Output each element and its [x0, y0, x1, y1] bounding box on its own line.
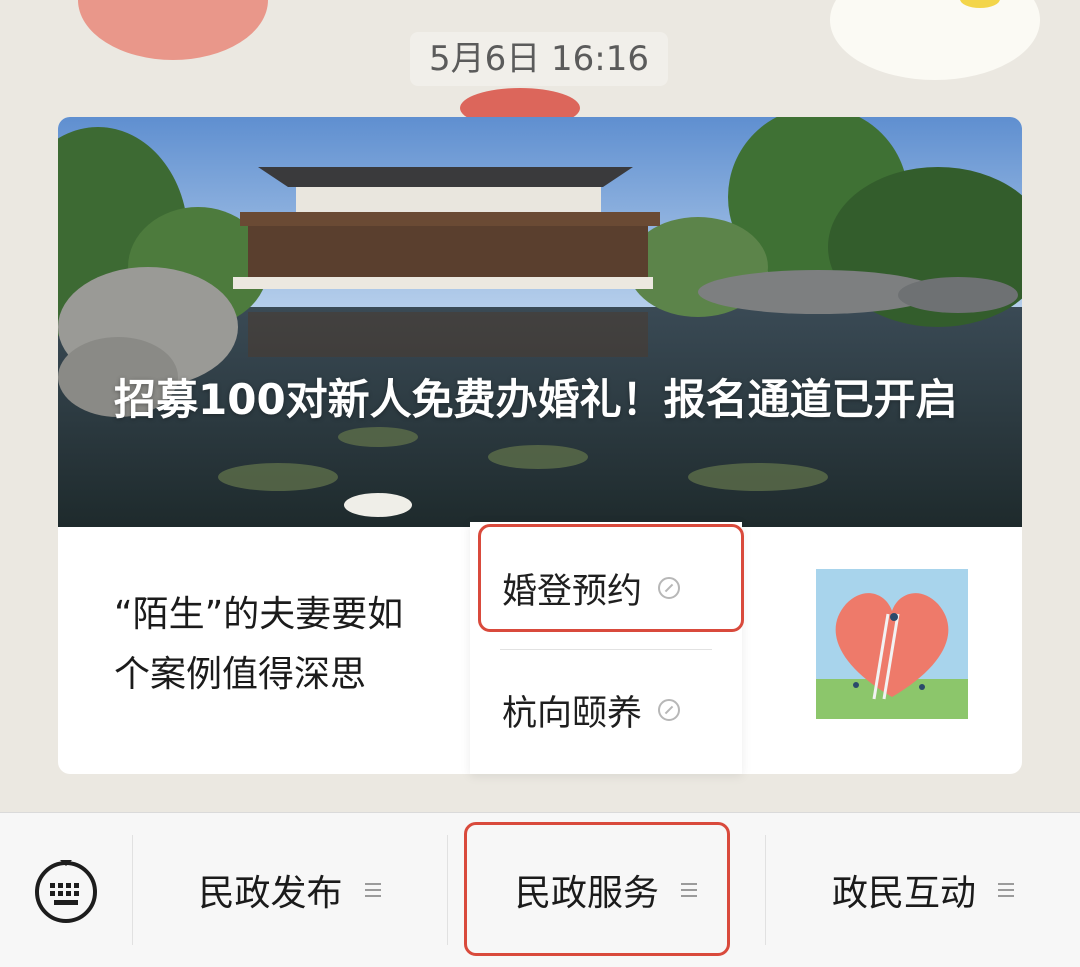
- headline-title: 招募100对新人免费办婚礼！报名通道已开启: [114, 375, 958, 424]
- wallpaper-decoration: [78, 0, 268, 60]
- submenu-highlight-box: [478, 524, 744, 632]
- menu-item-label: 民政发布: [198, 873, 343, 914]
- hero-image: [58, 117, 1022, 527]
- heart-illustration: [816, 569, 968, 719]
- mini-program-link-icon: [658, 699, 681, 721]
- menu-item-label: 政民互动: [831, 873, 976, 914]
- submenu-item-label: 杭向颐养: [502, 693, 643, 734]
- menu-item-civil-affairs-release[interactable]: 民政发布: [133, 813, 446, 967]
- sub-article-text-line2: 个案例值得深思: [114, 654, 367, 695]
- sub-article-thumbnail[interactable]: [816, 569, 968, 719]
- submenu-item-elderly-care[interactable]: 杭向颐养: [470, 650, 742, 770]
- menu-lines-icon: [998, 883, 1014, 897]
- menu-highlight-box: [464, 822, 730, 956]
- menu-item-government-interaction[interactable]: 政民互动: [766, 813, 1080, 967]
- message-timestamp: 5月6日 16:16: [410, 32, 668, 86]
- keyboard-toggle-button[interactable]: [34, 860, 98, 924]
- keyboard-icon: [35, 860, 97, 923]
- menu-lines-icon: [364, 883, 381, 897]
- sub-article-text-part1: “陌生”的夫妻要如: [114, 594, 404, 635]
- hero-article[interactable]: 招募100对新人免费办婚礼！报名通道已开启: [58, 117, 1022, 527]
- wallpaper-decoration: [830, 0, 1040, 80]
